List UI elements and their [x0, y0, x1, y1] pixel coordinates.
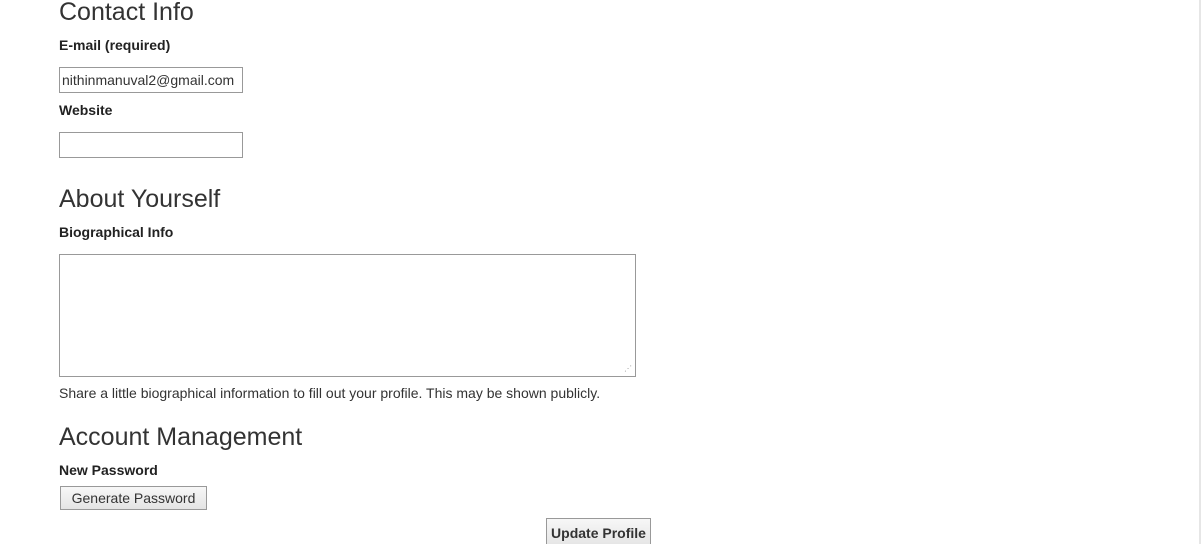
- profile-page: Contact Info E-mail (required) Website A…: [0, 0, 1201, 544]
- website-label: Website: [59, 102, 113, 118]
- bio-textarea[interactable]: [59, 254, 636, 377]
- contact-info-heading: Contact Info: [59, 0, 194, 26]
- email-field[interactable]: [59, 67, 243, 93]
- bio-help-text: Share a little biographical information …: [59, 385, 601, 401]
- account-management-heading: Account Management: [59, 423, 303, 451]
- generate-password-button[interactable]: Generate Password: [60, 486, 207, 510]
- new-password-label: New Password: [59, 462, 158, 478]
- resize-grip-icon[interactable]: ⋰: [624, 365, 632, 373]
- update-profile-button[interactable]: Update Profile: [546, 518, 651, 544]
- bio-label: Biographical Info: [59, 224, 174, 240]
- about-yourself-heading: About Yourself: [59, 185, 221, 213]
- website-field[interactable]: [59, 132, 243, 158]
- email-label: E-mail (required): [59, 37, 171, 53]
